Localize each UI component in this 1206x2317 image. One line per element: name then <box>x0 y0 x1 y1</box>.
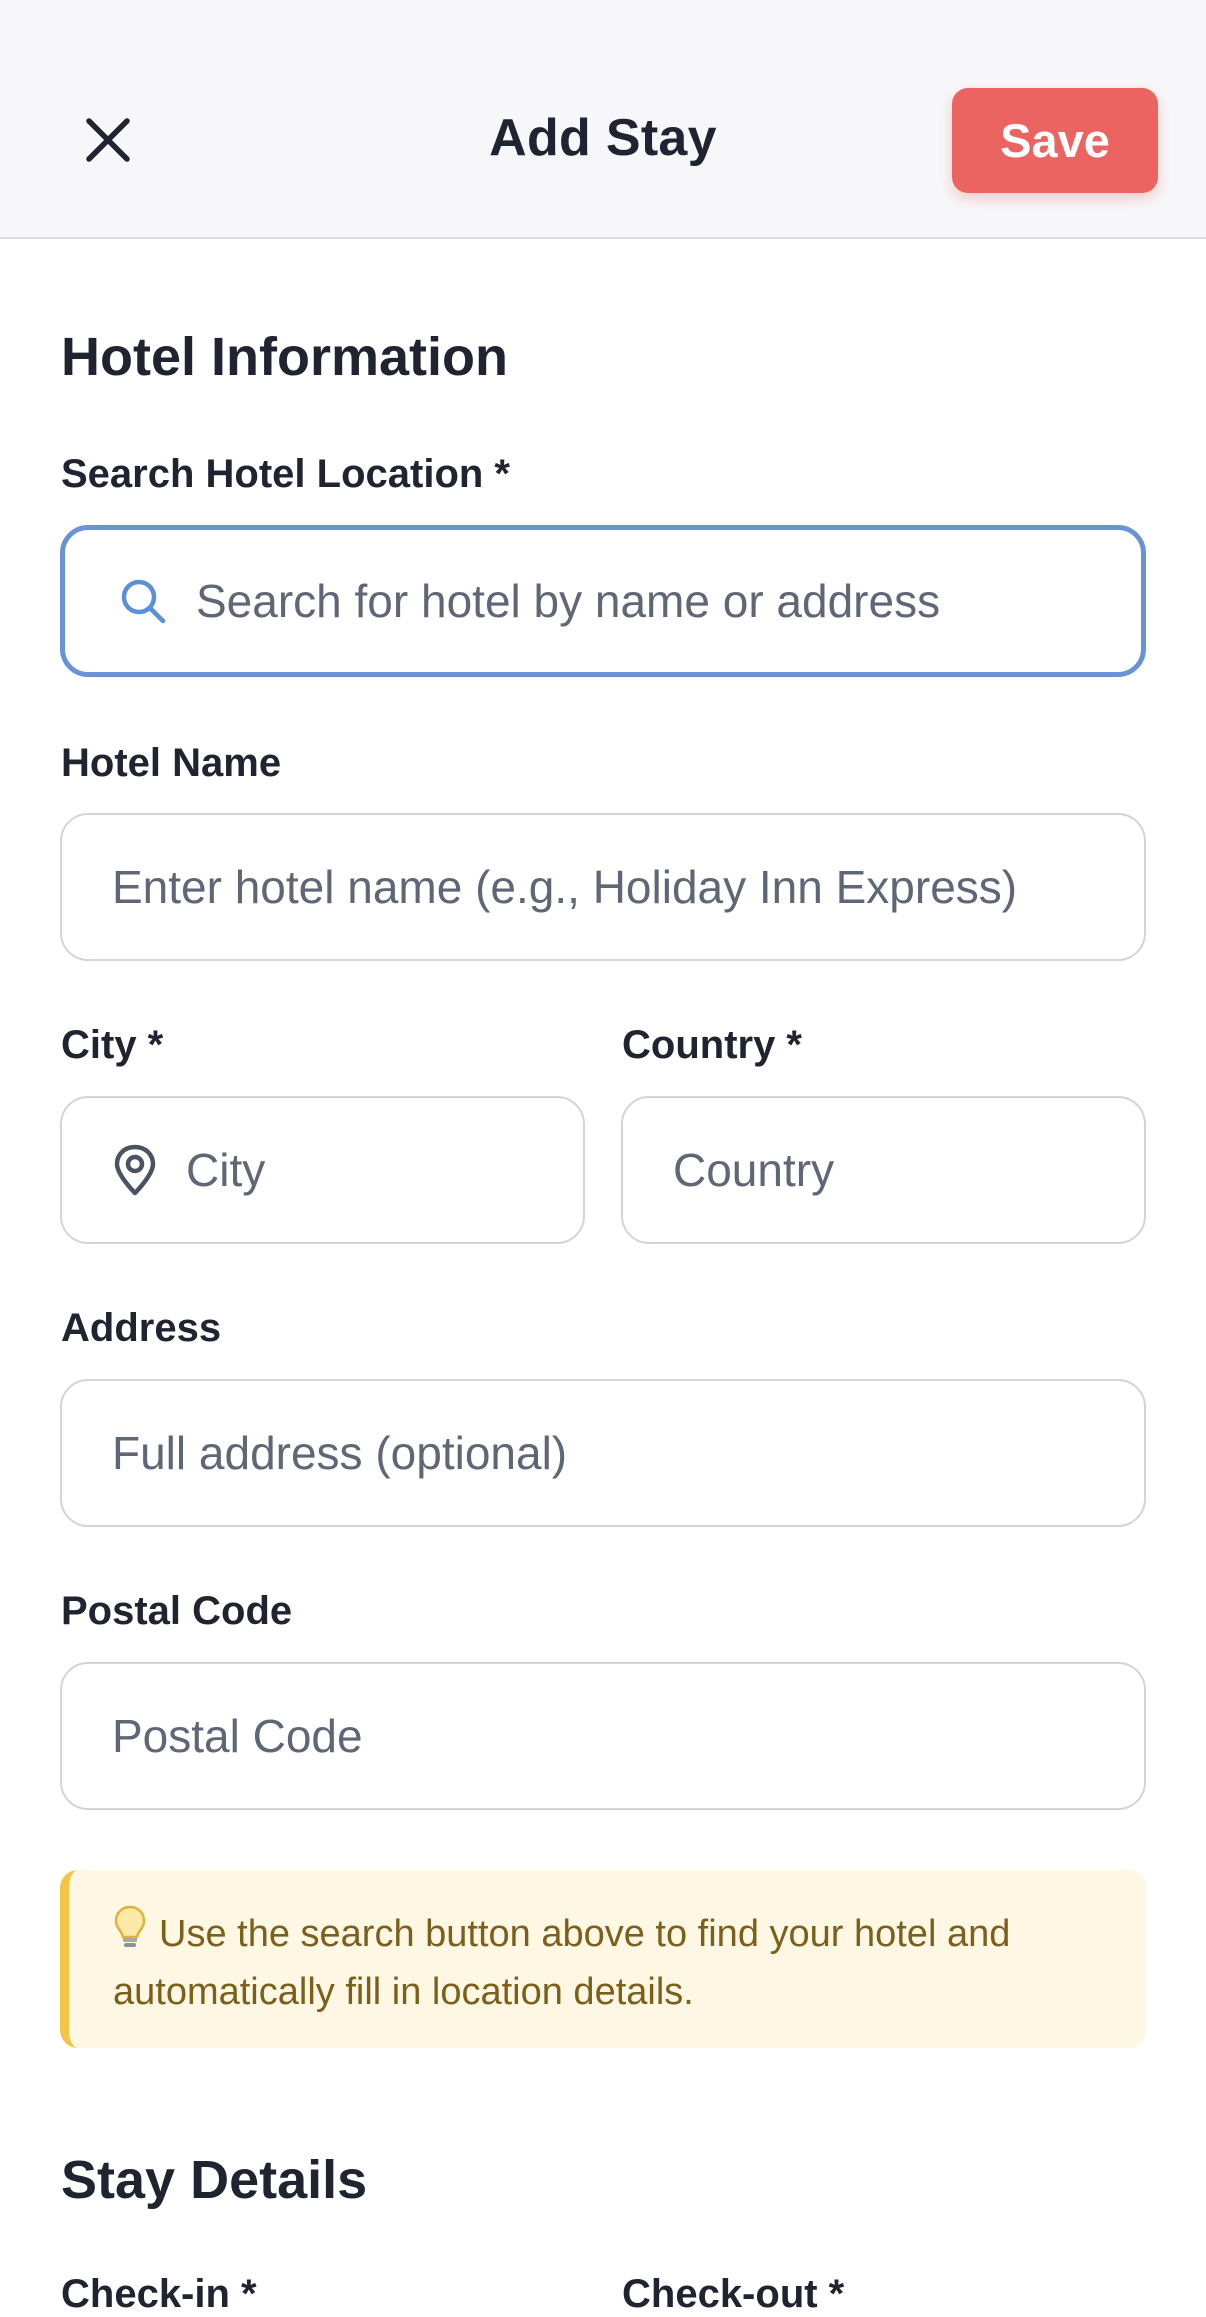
postal-code-field[interactable] <box>60 1662 1146 1810</box>
postal-code-label: Postal Code <box>61 1589 293 1633</box>
header: Add Stay Save <box>0 0 1206 239</box>
hotel-name-field[interactable] <box>60 813 1146 961</box>
search-hotel-input[interactable] <box>196 530 1141 672</box>
country-field[interactable] <box>621 1096 1206 1244</box>
tip-banner: Use the search button above to find your… <box>60 1870 1146 2048</box>
country-label: Country * <box>622 1023 802 1067</box>
close-button[interactable] <box>70 102 146 178</box>
location-pin-icon <box>112 1144 158 1196</box>
search-icon <box>118 576 168 626</box>
address-label: Address <box>61 1306 222 1350</box>
address-field[interactable] <box>60 1379 1146 1527</box>
hotel-name-label: Hotel Name <box>61 741 282 785</box>
search-hotel-label: Search Hotel Location * <box>61 452 510 496</box>
section-title-stay-details: Stay Details <box>61 2150 368 2210</box>
hotel-name-input[interactable] <box>112 815 1144 959</box>
address-input[interactable] <box>112 1381 1144 1525</box>
section-title-hotel-information: Hotel Information <box>61 327 508 387</box>
country-input[interactable] <box>673 1098 1206 1242</box>
checkin-label: Check-in * <box>61 2272 257 2316</box>
close-icon <box>86 118 130 162</box>
city-label: City * <box>61 1023 164 1067</box>
tip-text: Use the search button above to find your… <box>113 1913 1011 2013</box>
postal-code-input[interactable] <box>112 1664 1144 1808</box>
city-field[interactable] <box>60 1096 784 1244</box>
checkout-label: Check-out * <box>622 2272 845 2316</box>
search-hotel-field[interactable] <box>60 525 1146 677</box>
save-button[interactable]: Save <box>952 88 1158 193</box>
lightbulb-icon <box>113 1904 147 1965</box>
